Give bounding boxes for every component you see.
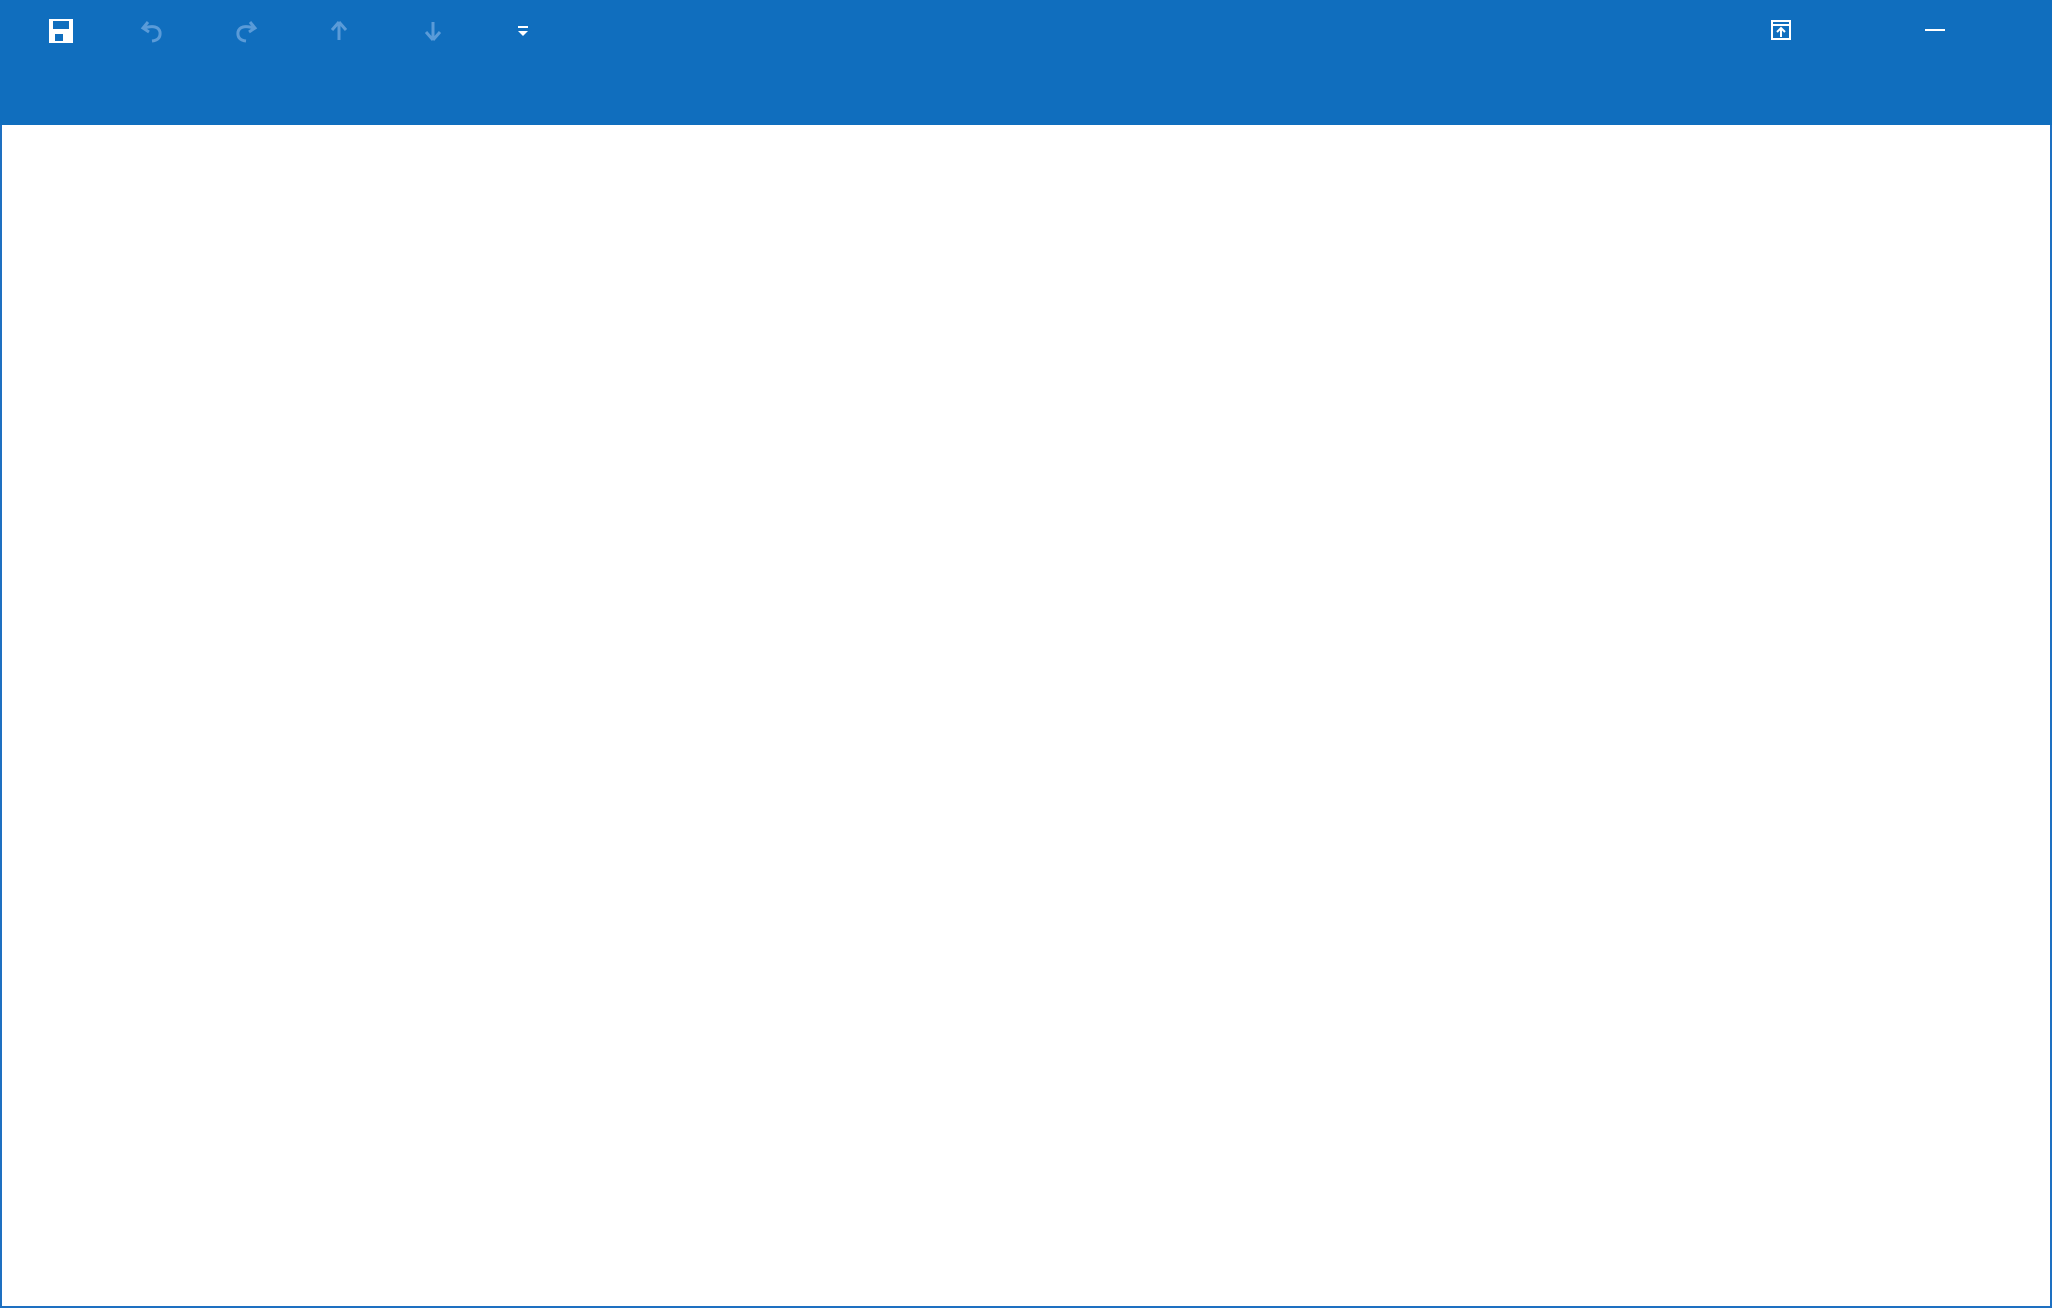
previous-item-icon[interactable] [322,14,356,48]
minimize-icon [1912,10,1958,50]
next-item-icon[interactable] [416,14,450,48]
save-icon[interactable] [44,14,78,48]
window-frame [0,0,2052,1308]
title-bar [0,0,2052,125]
redo-icon[interactable] [228,14,262,48]
ribbon-display-options-icon[interactable] [1758,10,1804,50]
customize-qat-icon[interactable] [506,14,540,48]
undo-icon[interactable] [136,14,170,48]
